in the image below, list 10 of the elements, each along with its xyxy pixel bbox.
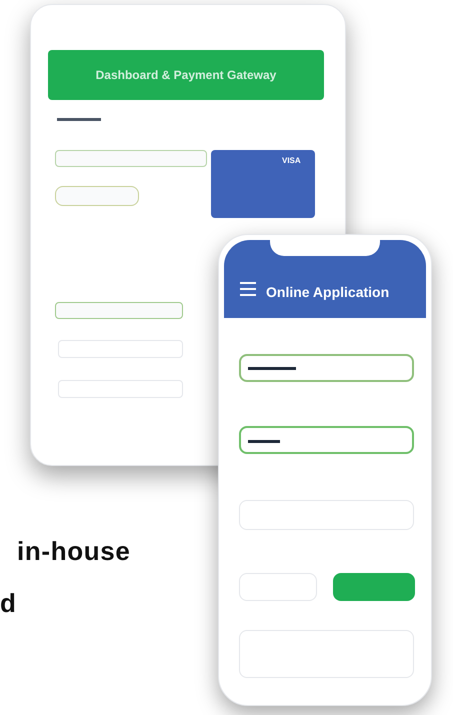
text-placeholder-bar: [248, 367, 296, 370]
heading-text: d: [0, 587, 18, 619]
menu-icon[interactable]: [240, 282, 256, 296]
text-placeholder-bar: [57, 118, 101, 121]
text-placeholder-bar: [248, 440, 280, 443]
submit-button[interactable]: [333, 573, 415, 601]
header-banner: Dashboard & Payment Gateway: [48, 50, 324, 100]
heading-text: in-house: [16, 535, 131, 567]
app-title: Online Application: [266, 283, 390, 302]
card-brand: VISA: [282, 155, 301, 167]
